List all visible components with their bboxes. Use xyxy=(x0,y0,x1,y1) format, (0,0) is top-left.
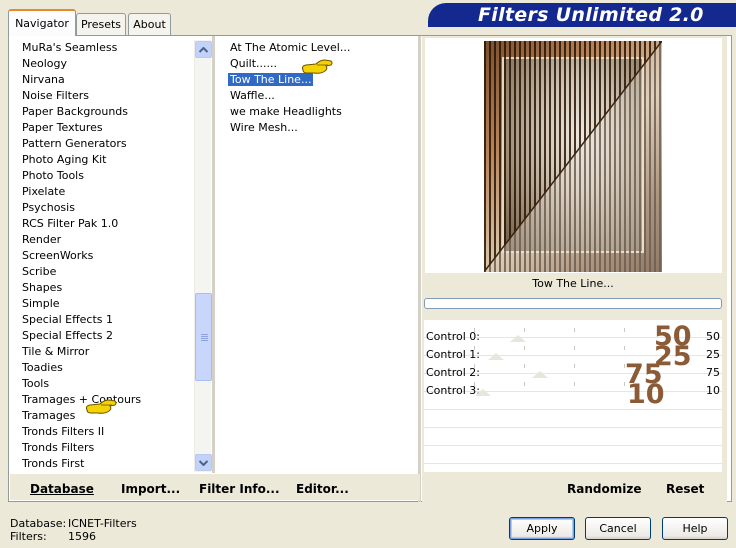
filter-item-label: Wire Mesh... xyxy=(230,121,298,134)
empty-control-row xyxy=(424,392,722,410)
database-info-label: Database: xyxy=(10,517,67,530)
slider-tick xyxy=(574,328,575,332)
filter-item-label: At The Atomic Level... xyxy=(230,41,351,54)
tab-navigator[interactable]: Navigator xyxy=(8,9,76,36)
filter-item[interactable]: Waffle... xyxy=(222,88,412,104)
hand-pointer-icon xyxy=(301,59,333,74)
scroll-down-button[interactable] xyxy=(195,454,212,471)
category-scrollbar[interactable] xyxy=(194,40,212,472)
slider-tick xyxy=(474,382,475,386)
filter-item[interactable]: Wire Mesh... xyxy=(222,120,412,136)
category-item[interactable]: RCS Filter Pak 1.0 xyxy=(14,216,194,232)
progress-bar xyxy=(424,298,722,309)
category-item[interactable]: Tools xyxy=(14,376,194,392)
category-item[interactable]: Noise Filters xyxy=(14,88,194,104)
list-divider xyxy=(212,36,215,473)
panel-divider xyxy=(418,36,421,502)
reset-button[interactable]: Reset xyxy=(666,482,704,496)
slider-tick xyxy=(574,382,575,386)
category-item[interactable]: Nirvana xyxy=(14,72,194,88)
scroll-up-button[interactable] xyxy=(195,41,212,58)
slider-tick xyxy=(524,346,525,350)
app-title: Filters Unlimited 2.0 xyxy=(428,3,736,27)
tab-about[interactable]: About xyxy=(128,13,171,35)
slider-tick xyxy=(524,328,525,332)
category-item[interactable]: Tronds Filters II xyxy=(14,424,194,440)
filter-item-label: we make Headlights xyxy=(230,105,342,118)
category-item[interactable]: Pixelate xyxy=(14,184,194,200)
category-item[interactable]: Special Effects 2 xyxy=(14,328,194,344)
randomize-button[interactable]: Randomize xyxy=(567,482,641,496)
preview-image xyxy=(484,41,662,272)
category-item[interactable]: Psychosis xyxy=(14,200,194,216)
category-item[interactable]: Scribe xyxy=(14,264,194,280)
category-item[interactable]: Render xyxy=(14,232,194,248)
category-item[interactable]: Paper Backgrounds xyxy=(14,104,194,120)
slider-tick xyxy=(524,364,525,368)
control-row-3[interactable]: Control 3: 10 xyxy=(424,374,722,397)
chevron-up-icon xyxy=(199,46,208,53)
annotation-control-3: 10 xyxy=(627,379,665,410)
filters-count-value: 1596 xyxy=(68,530,96,543)
category-item[interactable]: Special Effects 1 xyxy=(14,312,194,328)
category-item[interactable]: MuRa's Seamless xyxy=(14,40,194,56)
category-item[interactable]: Pattern Generators xyxy=(14,136,194,152)
database-button[interactable]: Database xyxy=(30,482,94,496)
category-item[interactable]: Tronds Filters xyxy=(14,440,194,456)
filter-item-label: Quilt...... xyxy=(230,57,278,70)
filter-item-label: Waffle... xyxy=(230,89,275,102)
filter-info-button[interactable]: Filter Info... xyxy=(199,482,280,496)
category-item[interactable]: Paper Textures xyxy=(14,120,194,136)
apply-button[interactable]: Apply xyxy=(509,517,575,540)
empty-control-row xyxy=(424,446,722,464)
category-item[interactable]: ScreenWorks xyxy=(14,248,194,264)
tab-presets[interactable]: Presets xyxy=(76,13,126,35)
filters-count-label: Filters: xyxy=(10,530,47,543)
hand-pointer-icon xyxy=(85,399,117,414)
category-item[interactable]: Tile & Mirror xyxy=(14,344,194,360)
database-label: Database xyxy=(30,482,94,496)
category-item[interactable]: Photo Tools xyxy=(14,168,194,184)
slider-tick xyxy=(524,382,525,386)
chevron-down-icon xyxy=(199,459,208,466)
category-item[interactable]: Neology xyxy=(14,56,194,72)
empty-control-row xyxy=(424,410,722,428)
empty-control-row xyxy=(424,428,722,446)
category-item[interactable]: Photo Aging Kit xyxy=(14,152,194,168)
cancel-button[interactable]: Cancel xyxy=(585,517,651,540)
selected-filter-label: Tow The Line... xyxy=(532,277,614,290)
help-button[interactable]: Help xyxy=(662,517,728,540)
filter-item[interactable]: At The Atomic Level... xyxy=(222,40,412,56)
category-item[interactable]: Tronds First xyxy=(14,456,194,472)
slider-tick xyxy=(624,328,625,332)
category-item[interactable]: Shapes xyxy=(14,280,194,296)
import-button[interactable]: Import... xyxy=(121,482,180,496)
category-item[interactable]: Simple xyxy=(14,296,194,312)
slider-tick xyxy=(574,346,575,350)
editor-button[interactable]: Editor... xyxy=(296,482,349,496)
slider-tick xyxy=(624,346,625,350)
slider-tick xyxy=(474,328,475,332)
category-item[interactable]: Toadies xyxy=(14,360,194,376)
filter-item[interactable]: we make Headlights xyxy=(222,104,412,120)
slider-tick xyxy=(474,364,475,368)
database-info-value: ICNET-Filters xyxy=(68,517,137,530)
slider-tick xyxy=(574,364,575,368)
slider-tick xyxy=(474,346,475,350)
scroll-thumb[interactable] xyxy=(195,293,212,381)
